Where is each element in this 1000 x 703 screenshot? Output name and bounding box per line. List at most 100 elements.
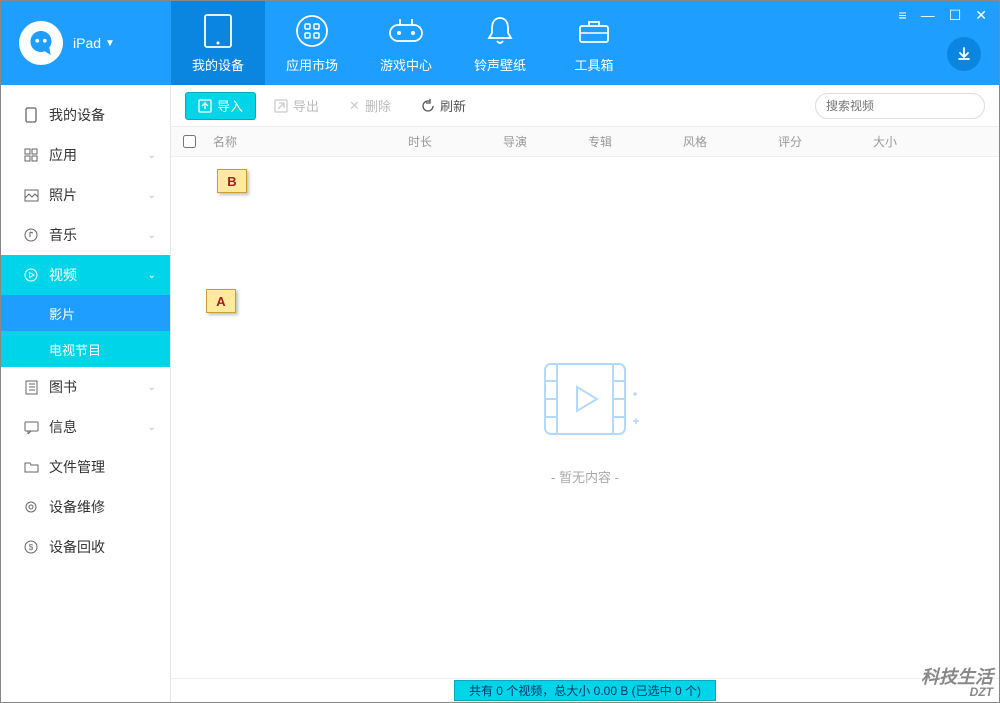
sidebar-subitem-tv[interactable]: 电视节目 bbox=[1, 331, 170, 367]
maximize-button[interactable]: ☐ bbox=[949, 7, 962, 24]
sidebar-subitem-label: 影片 bbox=[49, 304, 75, 323]
recycle-icon: $ bbox=[23, 539, 39, 555]
music-icon bbox=[23, 227, 39, 243]
sidebar-item-label: 音乐 bbox=[49, 225, 77, 245]
tab-label: 应用市场 bbox=[286, 55, 338, 74]
gamepad-icon bbox=[388, 13, 424, 49]
menu-icon[interactable]: ≡ bbox=[899, 7, 907, 24]
sidebar-item-files[interactable]: 文件管理 bbox=[1, 447, 170, 487]
apps-icon bbox=[294, 13, 330, 49]
empty-text: - 暂无内容 - bbox=[551, 467, 619, 486]
sidebar-item-photos[interactable]: 照片 ⌄ bbox=[1, 175, 170, 215]
chevron-down-icon: ⌄ bbox=[148, 422, 156, 433]
search-input[interactable] bbox=[826, 99, 981, 113]
sidebar-item-messages[interactable]: 信息 ⌄ bbox=[1, 407, 170, 447]
sidebar-item-repair[interactable]: 设备维修 bbox=[1, 487, 170, 527]
logo-area: iPad ▼ bbox=[1, 1, 171, 85]
toolbar: 导入 导出 ✕ 删除 刷新 bbox=[171, 85, 999, 127]
sidebar-item-label: 图书 bbox=[49, 377, 77, 397]
close-button[interactable]: ✕ bbox=[975, 7, 987, 24]
callout-a: A bbox=[206, 289, 236, 313]
import-button[interactable]: 导入 bbox=[185, 92, 256, 120]
tab-my-device[interactable]: 我的设备 bbox=[171, 1, 265, 85]
sidebar-item-label: 设备回收 bbox=[49, 537, 105, 557]
empty-video-icon bbox=[525, 349, 645, 449]
sidebar-item-apps[interactable]: 应用 ⌄ bbox=[1, 135, 170, 175]
tab-label: 铃声壁纸 bbox=[474, 55, 526, 74]
status-bar: 共有 0 个视频，总大小 0.00 B (已选中 0 个) bbox=[171, 678, 999, 702]
gear-icon bbox=[23, 499, 39, 515]
tab-ringtone-wallpaper[interactable]: 铃声壁纸 bbox=[453, 1, 547, 85]
sidebar-item-recycle[interactable]: $ 设备回收 bbox=[1, 527, 170, 567]
sidebar-item-label: 设备维修 bbox=[49, 497, 105, 517]
col-name[interactable]: 名称 bbox=[207, 133, 402, 150]
grid-icon bbox=[23, 147, 39, 163]
col-duration[interactable]: 时长 bbox=[402, 133, 497, 150]
sidebar-item-label: 文件管理 bbox=[49, 457, 105, 477]
col-rating[interactable]: 评分 bbox=[772, 133, 867, 150]
chevron-down-icon: ⌄ bbox=[148, 150, 156, 161]
sidebar-item-label: 应用 bbox=[49, 145, 77, 165]
callout-b: B bbox=[217, 169, 247, 193]
select-all-checkbox[interactable] bbox=[183, 135, 196, 148]
download-icon bbox=[956, 46, 972, 62]
sidebar-item-device[interactable]: 我的设备 bbox=[1, 95, 170, 135]
nav-tabs: 我的设备 应用市场 游戏中心 铃声壁纸 工具箱 bbox=[171, 1, 641, 85]
col-album[interactable]: 专辑 bbox=[582, 133, 677, 150]
delete-icon: ✕ bbox=[349, 98, 360, 114]
toolbox-icon bbox=[576, 13, 612, 49]
minimize-button[interactable]: ― bbox=[921, 7, 935, 24]
tab-toolbox[interactable]: 工具箱 bbox=[547, 1, 641, 85]
sidebar-item-video[interactable]: 视频 ⌄ bbox=[1, 255, 170, 295]
bell-icon bbox=[482, 13, 518, 49]
message-icon bbox=[23, 419, 39, 435]
window-controls: ≡ ― ☐ ✕ bbox=[899, 7, 987, 24]
sidebar: 我的设备 应用 ⌄ 照片 ⌄ 音乐 ⌄ 视频 ⌄ bbox=[1, 85, 171, 702]
tab-app-market[interactable]: 应用市场 bbox=[265, 1, 359, 85]
book-icon bbox=[23, 379, 39, 395]
phone-icon bbox=[23, 107, 39, 123]
sidebar-item-label: 我的设备 bbox=[49, 105, 105, 125]
sidebar-subitem-label: 电视节目 bbox=[49, 340, 101, 359]
device-label-text: iPad bbox=[73, 35, 101, 51]
chevron-down-icon: ⌄ bbox=[148, 382, 156, 393]
refresh-button[interactable]: 刷新 bbox=[409, 92, 478, 120]
export-button: 导出 bbox=[262, 92, 331, 120]
refresh-icon bbox=[421, 99, 435, 113]
button-label: 导出 bbox=[293, 96, 319, 115]
sidebar-item-music[interactable]: 音乐 ⌄ bbox=[1, 215, 170, 255]
col-size[interactable]: 大小 bbox=[867, 133, 947, 150]
folder-icon bbox=[23, 459, 39, 475]
device-selector[interactable]: iPad ▼ bbox=[73, 35, 115, 51]
main-content: 导入 导出 ✕ 删除 刷新 bbox=[171, 85, 999, 702]
sidebar-item-label: 照片 bbox=[49, 185, 77, 205]
download-button[interactable] bbox=[947, 37, 981, 71]
tab-label: 我的设备 bbox=[192, 55, 244, 74]
chevron-down-icon: ⌄ bbox=[148, 270, 156, 281]
content-area: - 暂无内容 - A B bbox=[171, 157, 999, 678]
svg-text:$: $ bbox=[29, 543, 34, 552]
button-label: 导入 bbox=[217, 96, 243, 115]
sidebar-item-label: 视频 bbox=[49, 265, 77, 285]
app-logo bbox=[19, 21, 63, 65]
col-director[interactable]: 导演 bbox=[497, 133, 582, 150]
delete-button: ✕ 删除 bbox=[337, 92, 403, 120]
sidebar-item-books[interactable]: 图书 ⌄ bbox=[1, 367, 170, 407]
button-label: 删除 bbox=[365, 96, 391, 115]
sidebar-subitem-movies[interactable]: 影片 bbox=[1, 295, 170, 331]
status-text: 共有 0 个视频，总大小 0.00 B (已选中 0 个) bbox=[454, 680, 716, 701]
chevron-down-icon: ⌄ bbox=[148, 230, 156, 241]
search-box[interactable] bbox=[815, 93, 985, 119]
header: iPad ▼ 我的设备 应用市场 游戏中心 铃声壁纸 bbox=[1, 1, 999, 85]
image-icon bbox=[23, 187, 39, 203]
chevron-down-icon: ⌄ bbox=[148, 190, 156, 201]
tab-label: 工具箱 bbox=[574, 55, 613, 74]
tab-game-center[interactable]: 游戏中心 bbox=[359, 1, 453, 85]
column-header: 名称 时长 导演 专辑 风格 评分 大小 bbox=[171, 127, 999, 157]
export-icon bbox=[274, 99, 288, 113]
video-icon bbox=[23, 267, 39, 283]
tablet-icon bbox=[200, 13, 236, 49]
dropdown-caret-icon: ▼ bbox=[105, 38, 115, 49]
col-style[interactable]: 风格 bbox=[677, 133, 772, 150]
button-label: 刷新 bbox=[440, 96, 466, 115]
